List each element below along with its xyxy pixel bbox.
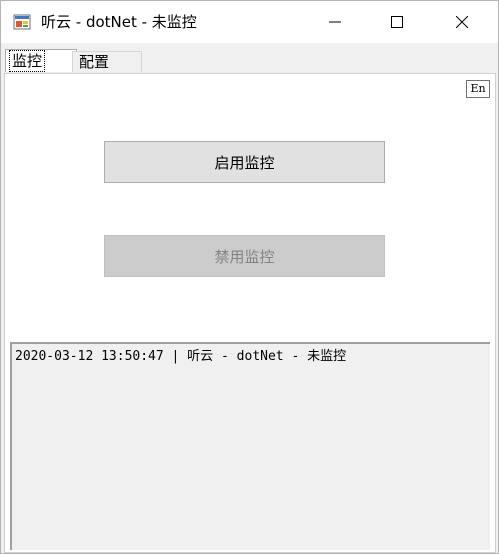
enable-monitoring-button[interactable]: 启用监控 xyxy=(104,141,385,183)
log-textbox[interactable]: 2020-03-12 13:50:47 | 听云 - dotNet - 未监控 xyxy=(10,342,490,550)
monitor-tab-page: En 启用监控 禁用监控 2020-03-12 13:50:47 | 听云 - … xyxy=(4,73,496,553)
close-icon xyxy=(456,16,468,28)
tab-strip: 监控 配置 xyxy=(1,43,498,73)
tab-monitor-label: 监控 xyxy=(8,50,46,72)
tab-config-label: 配置 xyxy=(79,53,110,71)
minimize-icon xyxy=(329,21,341,23)
disable-monitoring-button: 禁用监控 xyxy=(104,235,385,277)
maximize-button[interactable] xyxy=(374,1,420,43)
window-title: 听云 - dotNet - 未监控 xyxy=(41,13,197,31)
tab-monitor[interactable]: 监控 xyxy=(5,49,77,72)
log-line: 2020-03-12 13:50:47 | 听云 - dotNet - 未监控 xyxy=(15,349,347,364)
minimize-button[interactable] xyxy=(312,1,358,43)
title-bar[interactable]: 听云 - dotNet - 未监控 xyxy=(1,1,498,43)
app-window: 听云 - dotNet - 未监控 监控 配置 En 启用监控 禁用监控 202… xyxy=(0,0,499,554)
app-icon xyxy=(13,14,31,30)
language-button[interactable]: En xyxy=(466,80,490,98)
close-button[interactable] xyxy=(439,1,485,43)
tab-config[interactable]: 配置 xyxy=(72,51,142,72)
maximize-icon xyxy=(391,16,403,28)
